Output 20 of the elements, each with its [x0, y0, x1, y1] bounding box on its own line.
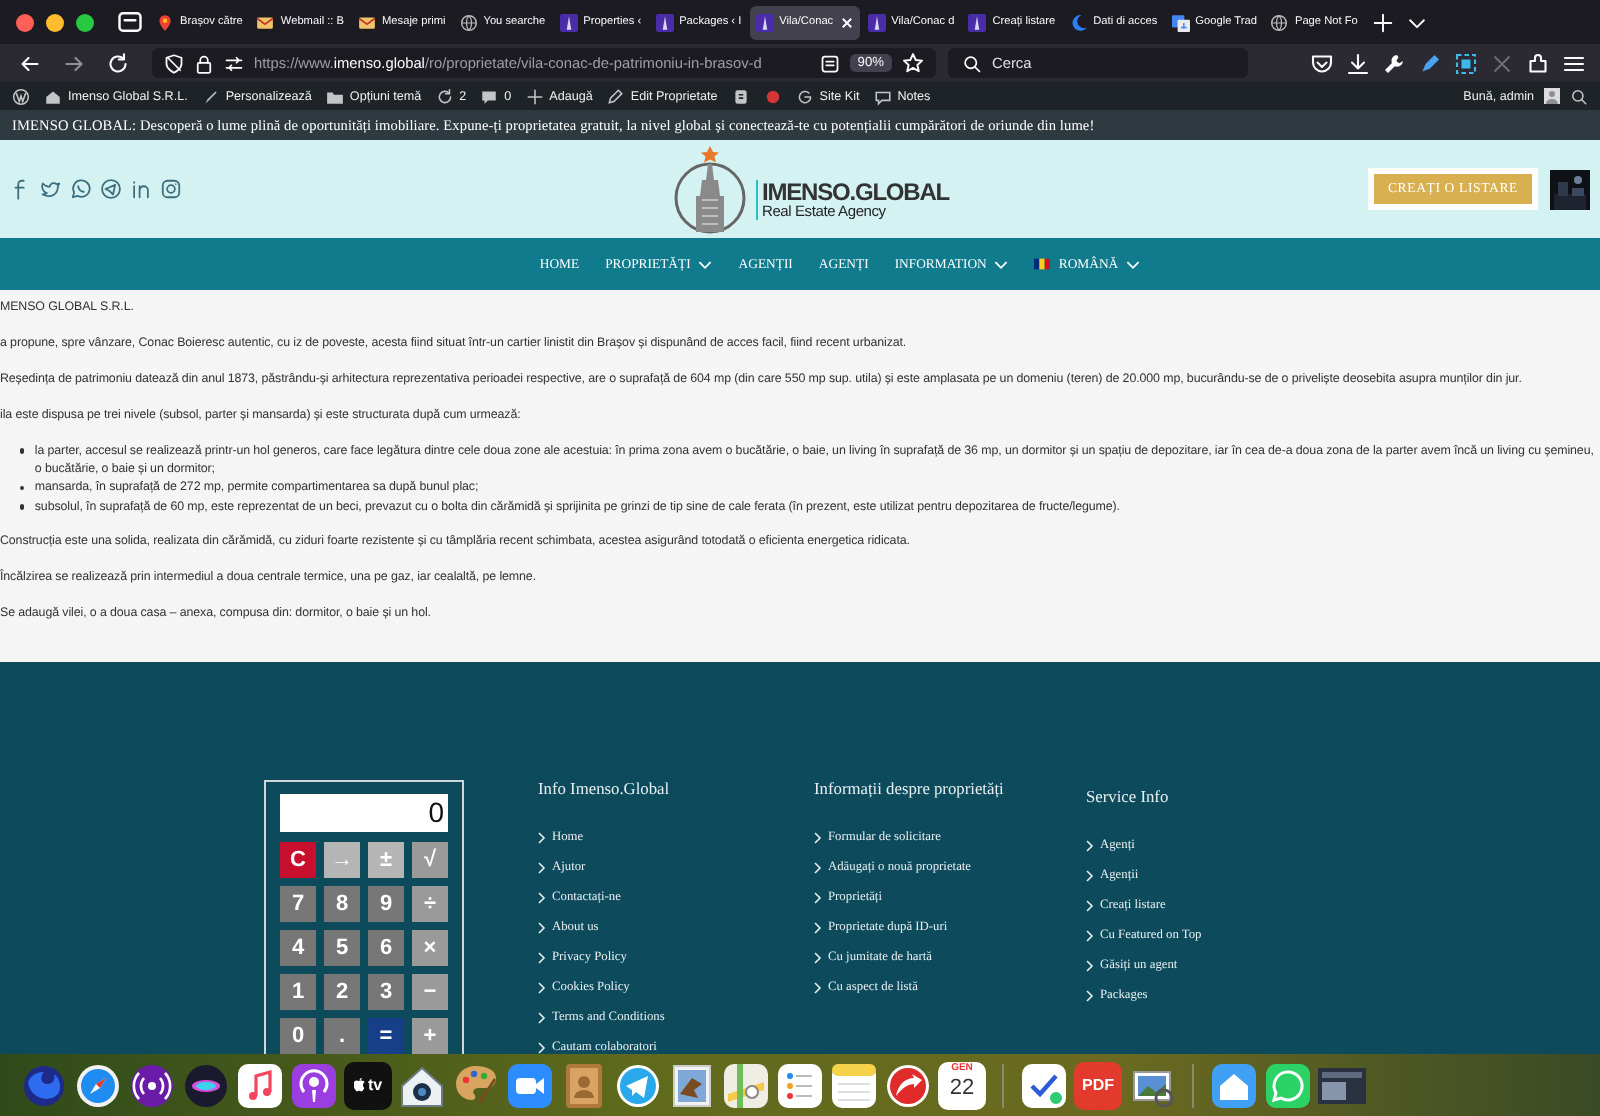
- calculator-key[interactable]: 1: [280, 974, 316, 1010]
- calculator-key[interactable]: 7: [280, 886, 316, 922]
- pdf-icon[interactable]: PDF: [1074, 1061, 1122, 1109]
- calculator-key[interactable]: .: [324, 1018, 360, 1054]
- calculator-key[interactable]: 2: [324, 974, 360, 1010]
- calculator-key[interactable]: C: [280, 842, 316, 878]
- calculator-key[interactable]: =: [368, 1018, 404, 1054]
- calculator-key[interactable]: 6: [368, 930, 404, 966]
- brand-name: IMENSO.GLOBAL: [762, 179, 950, 203]
- calculator-key[interactable]: 5: [324, 930, 360, 966]
- footer-heading: Service Info: [1086, 788, 1171, 808]
- footer-heading: Info Imenso.Global: [538, 780, 672, 800]
- calculator-key[interactable]: 3: [368, 974, 404, 1010]
- tv-icon[interactable]: tv: [344, 1061, 392, 1109]
- calculator-key[interactable]: 4: [280, 930, 316, 966]
- footer-heading: Informații despre proprietăți: [814, 780, 1006, 800]
- calculator-key[interactable]: 8: [324, 886, 360, 922]
- calculator-key[interactable]: 0: [280, 1018, 316, 1054]
- calculator-display: 0: [280, 794, 448, 832]
- calculator-key[interactable]: 9: [368, 886, 404, 922]
